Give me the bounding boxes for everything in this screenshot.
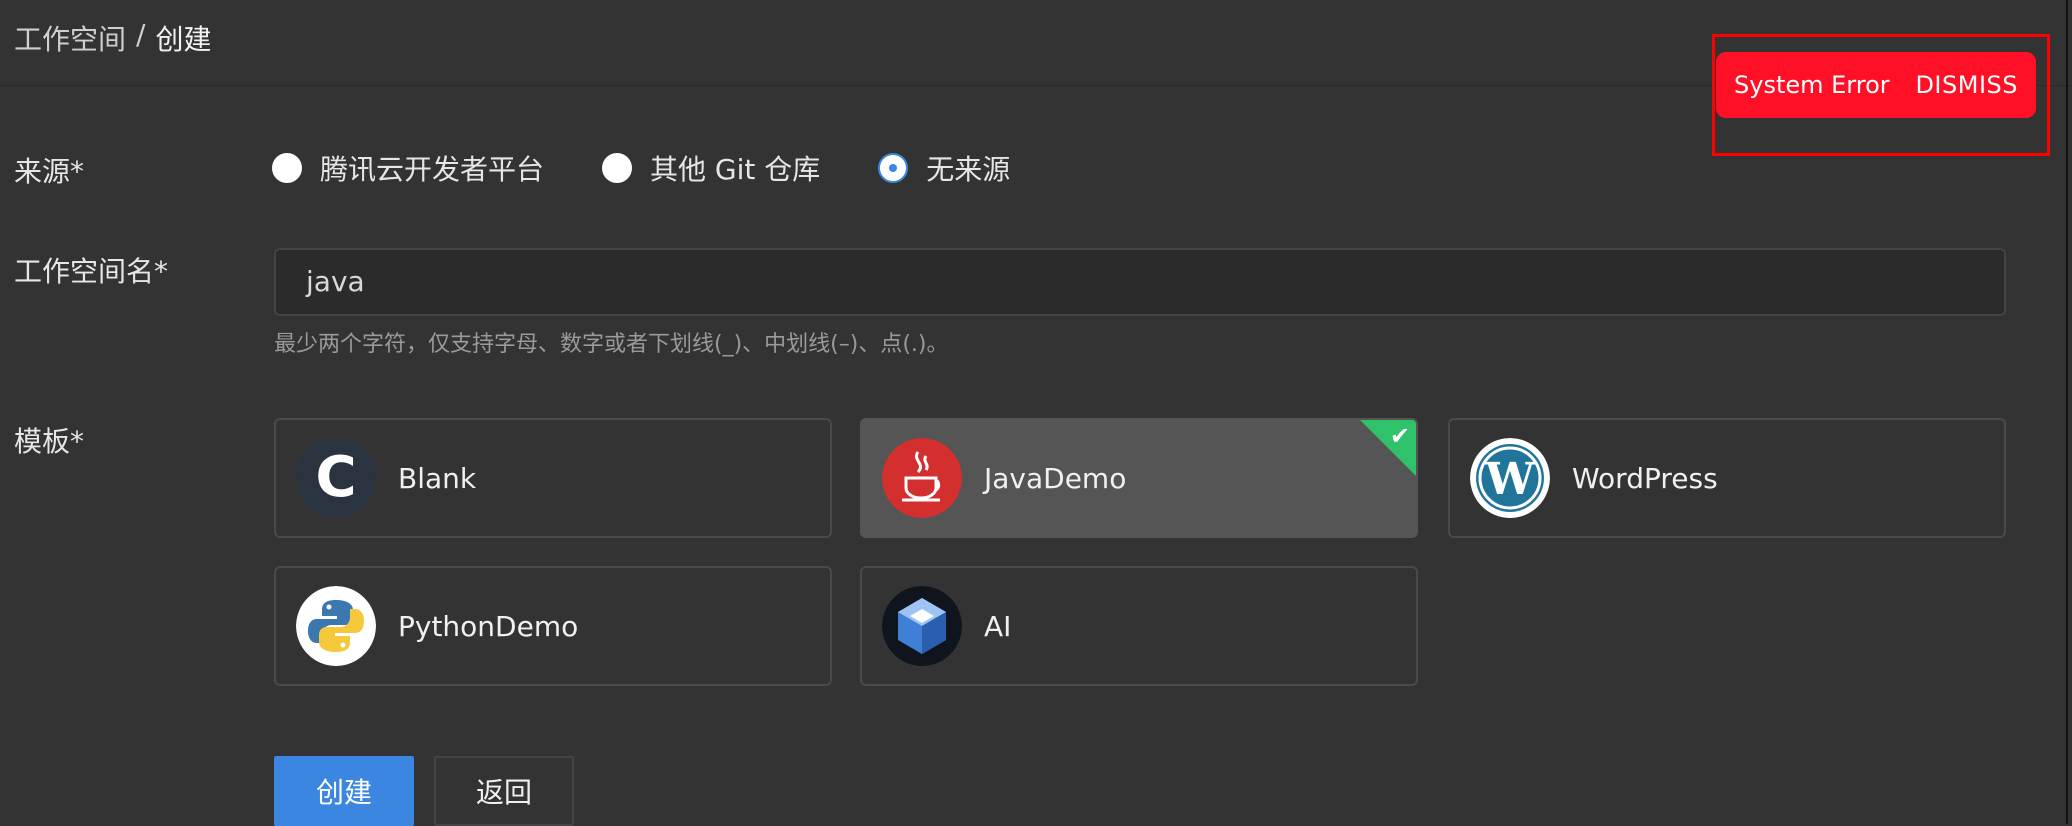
- radio-unchecked-icon[interactable]: [602, 153, 633, 183]
- template-name: WordPress: [1572, 461, 1718, 495]
- blank-c-icon: C: [296, 438, 376, 518]
- radio-unchecked-icon[interactable]: [272, 153, 302, 183]
- template-card-pythondemo[interactable]: PythonDemo: [274, 566, 832, 686]
- window-edge: [2066, 0, 2068, 824]
- python-icon: [296, 586, 376, 666]
- error-toast: System Error DISMISS: [1716, 52, 2036, 118]
- breadcrumb: 工作空间 / 创建: [14, 18, 211, 58]
- back-button[interactable]: 返回: [434, 756, 574, 826]
- svg-text:W: W: [1484, 454, 1535, 505]
- source-option-tencent[interactable]: 腾讯云开发者平台: [272, 148, 544, 188]
- create-button[interactable]: 创建: [274, 756, 414, 826]
- java-icon: [882, 438, 962, 518]
- template-name: Blank: [398, 461, 477, 495]
- dismiss-button[interactable]: DISMISS: [1915, 71, 2018, 99]
- svg-text:C: C: [315, 445, 356, 510]
- source-option-other-git[interactable]: 其他 Git 仓库: [602, 148, 820, 188]
- template-card-blank[interactable]: C Blank: [274, 418, 832, 538]
- breadcrumb-root[interactable]: 工作空间: [14, 18, 126, 58]
- template-card-javademo[interactable]: JavaDemo ✔: [860, 418, 1418, 538]
- template-card-wordpress[interactable]: W WordPress: [1448, 418, 2006, 538]
- workspace-name-label: 工作空间名*: [14, 255, 169, 288]
- source-option-label: 腾讯云开发者平台: [320, 153, 545, 186]
- source-option-none[interactable]: 无来源: [878, 148, 1010, 188]
- check-icon: ✔: [1389, 422, 1410, 450]
- source-label: 来源*: [14, 155, 85, 188]
- template-name: AI: [984, 609, 1012, 643]
- breadcrumb-current: 创建: [155, 23, 212, 56]
- source-radio-group: 腾讯云开发者平台 其他 Git 仓库 无来源: [272, 148, 1068, 188]
- template-card-ai[interactable]: AI: [860, 566, 1418, 686]
- template-name: PythonDemo: [398, 609, 579, 643]
- wordpress-icon: W: [1470, 438, 1550, 518]
- ai-cube-icon: [882, 586, 962, 666]
- source-option-label: 无来源: [926, 153, 1011, 186]
- radio-checked-icon[interactable]: [878, 153, 909, 183]
- toast-message: System Error: [1734, 71, 1890, 99]
- workspace-name-input[interactable]: java: [274, 248, 2006, 316]
- source-option-label: 其他 Git 仓库: [650, 153, 821, 186]
- template-name: JavaDemo: [984, 461, 1127, 495]
- workspace-name-hint: 最少两个字符，仅支持字母、数字或者下划线(_)、中划线(–)、点(.)。: [274, 332, 949, 357]
- template-label: 模板*: [14, 425, 85, 458]
- breadcrumb-separator: /: [136, 18, 146, 51]
